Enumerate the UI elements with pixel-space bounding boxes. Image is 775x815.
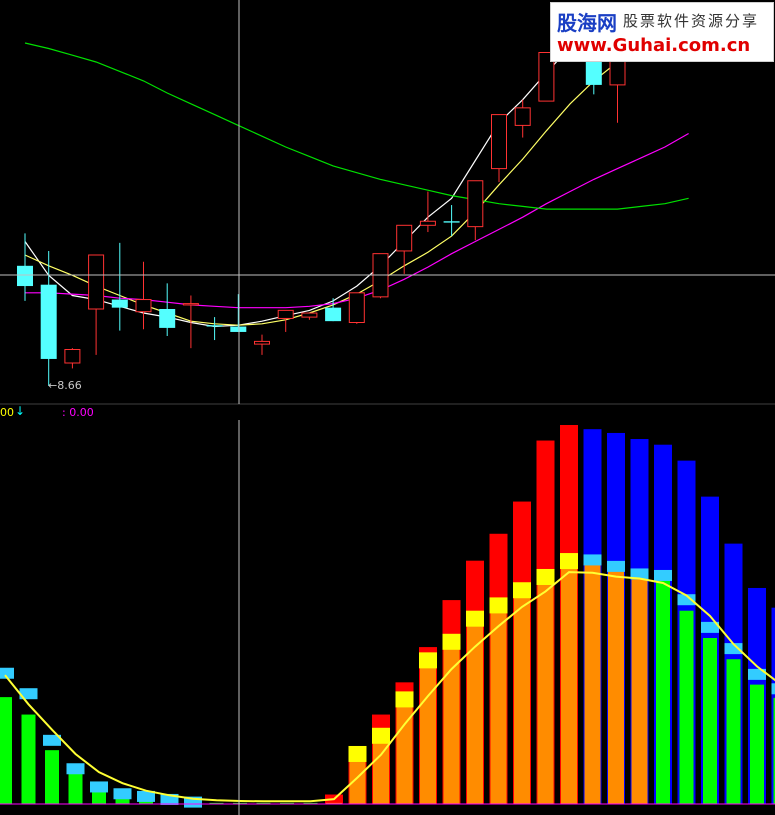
candle-body [182,303,199,306]
indicator-bar-green [679,610,694,804]
candle-body [135,299,152,313]
indicator-cap [771,683,775,695]
indicator-cap [372,727,390,744]
watermark-slogan: 股票软件资源分享 [623,12,760,30]
indicator-cap [583,554,602,566]
indicator-cap [66,763,85,775]
indicator-bar-orange [514,590,530,804]
indicator-bar-orange [396,699,413,804]
indicator-cap [395,691,414,708]
candle-body [419,220,436,226]
indicator-cap [607,560,625,572]
candle-body [111,299,128,308]
indicator-cap [489,597,508,614]
candle-body [467,180,484,228]
indicator-bar-orange [490,605,507,804]
candle-body [254,340,270,345]
down-arrow-icon: ↓ [15,404,26,418]
candle-body [396,224,413,252]
candle-body [514,107,531,126]
candle-body [17,265,33,287]
indicator-bar-orange [584,559,601,804]
indicator-bar-green [45,750,59,804]
low-price-label: ←8.66 [48,380,82,392]
low-price-value: 8.66 [57,379,82,392]
indicator-cap [348,745,367,762]
indicator-value-magenta: : 0.00 [62,406,94,419]
indicator-bar-green [21,714,36,804]
indicator-bar-green [68,772,83,804]
indicator-bar-orange [420,660,436,804]
arrow-left-icon: ← [48,379,58,392]
candle-body [491,114,507,170]
indicator-bar-green [750,684,764,804]
candle-body [301,312,318,318]
candle-body [348,292,365,323]
indicator-bar-orange [631,573,648,804]
watermark-url: www.Guhai.com.cn [557,35,751,56]
candle-body [206,325,223,327]
indicator-cap [442,633,461,650]
indicator-bar-green [703,637,717,804]
indicator-cap [654,569,672,581]
indicator-cap [560,553,578,570]
indicator-bar-green [0,697,12,804]
watermark-logo: 股海网 股票软件资源分享 www.Guhai.com.cn [550,2,774,62]
indicator-bar-green [726,659,741,804]
candle-body [277,309,294,319]
candle-body [159,309,176,328]
candle-body [40,284,57,359]
indicator-cap [466,610,484,627]
stock-chart-canvas [0,0,775,815]
indicator-cap [90,781,108,793]
indicator-cap [419,652,437,669]
candle-body [443,221,460,223]
watermark-brand: 股海网 [557,11,617,35]
indicator-bar-orange [561,561,577,804]
indicator-bar-orange [537,576,554,804]
indicator-bar-orange [443,641,460,804]
indicator-cap [513,582,531,599]
indicator-bar-green [656,578,670,804]
indicator-cap [536,568,555,585]
indicator-bar-orange [608,566,624,804]
indicator-value-yellow: 00 [0,406,14,419]
candle-body [325,307,342,322]
indicator-cap [113,788,132,800]
candle-body [88,254,105,310]
candle-body [64,349,81,364]
candle-body [230,326,247,332]
